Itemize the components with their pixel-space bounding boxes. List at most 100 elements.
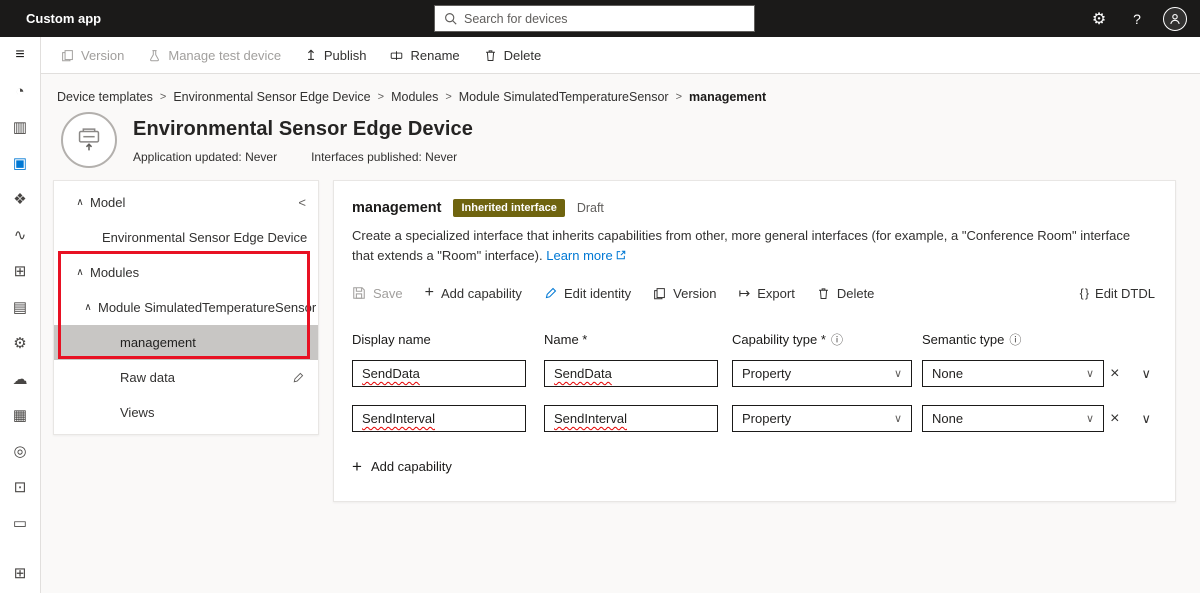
- chevron-up-icon[interactable]: ∧: [72, 197, 88, 208]
- views-label: Views: [120, 405, 155, 420]
- remove-capability-button[interactable]: ×: [1110, 410, 1119, 427]
- nav-admin[interactable]: ⊞: [0, 555, 40, 591]
- command-bar: Version Manage test device ↥ Publish Ren…: [41, 37, 1200, 74]
- version-interface-label: Version: [673, 285, 717, 301]
- version-button[interactable]: Version: [51, 37, 134, 73]
- column-capability-type: Capability type * ⓘ: [732, 331, 912, 348]
- semantic-type-select[interactable]: None ∨: [922, 405, 1104, 432]
- manage-test-device-button[interactable]: Manage test device: [138, 37, 291, 73]
- delete-interface-button[interactable]: Delete: [817, 286, 874, 301]
- device-templates-icon: ▣: [12, 155, 28, 172]
- breadcrumb-device-templates[interactable]: Device templates: [57, 90, 153, 104]
- display-name-input[interactable]: SendData: [352, 360, 526, 387]
- export-button[interactable]: ↦ Export: [739, 286, 795, 301]
- expand-capability-button[interactable]: ∨: [1141, 367, 1151, 380]
- device-search-box[interactable]: [434, 5, 755, 32]
- capability-type-select[interactable]: Property ∨: [732, 405, 912, 432]
- help-icon: ?: [1133, 10, 1141, 27]
- nav-device-templates[interactable]: ▣: [0, 145, 40, 181]
- left-nav-rail: ≡ ◔ ▥ ▣ ❖ ∿ ⊞ ▤ ⚙ ☁ ▦ ◎ ⊡ ▭ ⊞: [0, 37, 41, 593]
- save-button[interactable]: Save: [352, 286, 403, 301]
- remove-capability-button[interactable]: ×: [1110, 365, 1119, 382]
- chevron-up-icon[interactable]: ∧: [80, 302, 96, 313]
- nav-monitor[interactable]: ▭: [0, 505, 40, 541]
- chevron-down-icon: ∨: [893, 368, 902, 380]
- inherited-interface-badge: Inherited interface: [453, 199, 565, 217]
- nav-overview[interactable]: ◔: [0, 73, 40, 109]
- breadcrumb-modules[interactable]: Modules: [391, 90, 438, 104]
- help-button[interactable]: ?: [1118, 0, 1156, 37]
- row-actions: × ∨: [1110, 410, 1155, 427]
- entities-icon: ⊞: [13, 263, 27, 280]
- row-actions: × ∨: [1110, 365, 1155, 382]
- settings-button[interactable]: ⚙: [1080, 0, 1118, 37]
- add-capability-label: Add capability: [440, 285, 522, 301]
- device-groups-icon: ❖: [13, 191, 27, 208]
- tree-item-management[interactable]: management: [54, 325, 318, 360]
- edit-dtdl-label: Edit DTDL: [1095, 285, 1155, 301]
- rename-label: Rename: [410, 47, 460, 63]
- tree-item-raw-data[interactable]: Raw data: [54, 360, 318, 395]
- nav-data-explorer[interactable]: ∿: [0, 217, 40, 253]
- menu-button[interactable]: ≡: [0, 37, 40, 73]
- semantic-type-select[interactable]: None ∨: [922, 360, 1104, 387]
- breadcrumb-device[interactable]: Environmental Sensor Edge Device: [173, 90, 370, 104]
- nav-deployments[interactable]: ⊡: [0, 469, 40, 505]
- name-input[interactable]: SendData: [544, 360, 718, 387]
- learn-more-link[interactable]: Learn more: [546, 246, 625, 266]
- plus-icon: +: [352, 457, 362, 476]
- rename-button[interactable]: Rename: [380, 37, 469, 73]
- display-name-input[interactable]: SendInterval: [352, 405, 526, 432]
- audit-logs-icon: ▦: [12, 407, 28, 424]
- nav-jobs[interactable]: ⚙: [0, 325, 40, 361]
- pencil-icon: [544, 287, 557, 300]
- add-capability-button[interactable]: + Add capability: [425, 285, 522, 301]
- nav-forms[interactable]: ▤: [0, 289, 40, 325]
- version-interface-button[interactable]: Version: [653, 285, 717, 301]
- tree-section-modules[interactable]: ∧ Modules: [54, 255, 318, 290]
- edit-pencil-icon[interactable]: [292, 372, 318, 384]
- module-label: Module SimulatedTemperatureSensor: [98, 300, 317, 315]
- breadcrumb-module[interactable]: Module SimulatedTemperatureSensor: [459, 90, 669, 104]
- search-input[interactable]: [464, 11, 745, 26]
- breadcrumb-current: management: [689, 90, 767, 104]
- nav-connections[interactable]: ☁: [0, 361, 40, 397]
- add-capability-footer-button[interactable]: + Add capability: [352, 458, 452, 475]
- version-label: Version: [81, 47, 125, 63]
- column-semantic-type: Semantic type ⓘ: [922, 331, 1104, 348]
- delete-button[interactable]: Delete: [474, 37, 552, 73]
- capability-type-select[interactable]: Property ∨: [732, 360, 912, 387]
- search-nav-icon: ◎: [13, 443, 27, 460]
- tree-item-views[interactable]: Views: [54, 395, 318, 430]
- edit-identity-button[interactable]: Edit identity: [544, 286, 631, 301]
- column-name: Name *: [544, 332, 588, 347]
- nav-device-groups[interactable]: ❖: [0, 181, 40, 217]
- interfaces-published-text: Interfaces published: Never: [311, 150, 458, 164]
- publish-button[interactable]: ↥ Publish: [295, 37, 376, 73]
- info-icon[interactable]: ⓘ: [831, 331, 843, 348]
- name-input[interactable]: SendInterval: [544, 405, 718, 432]
- expand-capability-button[interactable]: ∨: [1141, 412, 1151, 425]
- nav-search[interactable]: ◎: [0, 433, 40, 469]
- chevron-up-icon[interactable]: ∧: [72, 267, 88, 278]
- tree-section-model[interactable]: ∧ Model <: [54, 185, 318, 220]
- column-display-name: Display name: [352, 332, 431, 347]
- data-explorer-icon: ∿: [13, 227, 27, 244]
- nav-entities[interactable]: ⊞: [0, 253, 40, 289]
- nav-analytics[interactable]: ▥: [0, 109, 40, 145]
- account-button[interactable]: [1156, 0, 1194, 37]
- interface-name-heading: management: [352, 200, 442, 216]
- external-link-icon: [616, 250, 626, 260]
- collapse-pane-icon[interactable]: <: [298, 195, 318, 210]
- info-icon[interactable]: ⓘ: [1009, 331, 1021, 348]
- capability-type-label: Capability type *: [732, 332, 826, 347]
- plus-icon: +: [424, 284, 434, 301]
- edit-dtdl-button[interactable]: { } Edit DTDL: [1080, 286, 1155, 301]
- name-value: SendData: [554, 366, 612, 381]
- tree-item-device-interface[interactable]: Environmental Sensor Edge Device: [54, 220, 318, 255]
- device-image-upload[interactable]: [61, 112, 117, 168]
- tree-section-module-simulatedtemperaturesensor[interactable]: ∧ Module SimulatedTemperatureSensor: [54, 290, 318, 325]
- management-label: management: [120, 335, 196, 350]
- semantic-type-value: None: [932, 411, 964, 426]
- nav-audit-logs[interactable]: ▦: [0, 397, 40, 433]
